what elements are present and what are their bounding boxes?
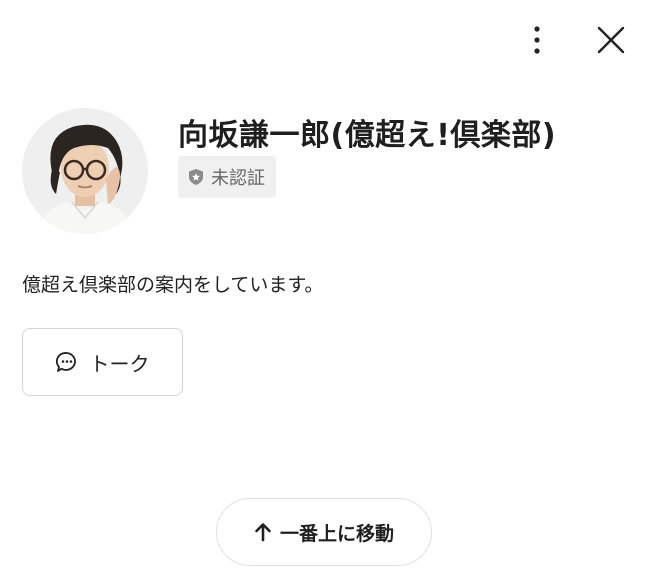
profile-panel: 向坂謙一郎(億超え!倶楽部) 未認証 億超え倶楽部の案内をしています。 トーク … [0,0,650,587]
arrow-up-icon [255,523,271,542]
more-vertical-icon [534,26,540,54]
profile-description: 億超え倶楽部の案内をしています。 [22,274,324,296]
verification-status: 未認証 [211,168,265,189]
profile-name: 向坂謙一郎(億超え!倶楽部) [178,118,557,153]
talk-button[interactable]: トーク [22,328,183,396]
scroll-to-top-button[interactable]: 一番上に移動 [216,498,432,566]
avatar-image [22,108,148,234]
top-actions [520,20,628,60]
avatar [22,108,148,234]
talk-label: トーク [89,351,150,376]
more-options-button[interactable] [520,20,554,60]
close-icon [597,26,625,54]
shield-star-icon [189,169,203,185]
chat-bubble-icon [55,352,76,372]
close-button[interactable] [594,20,628,60]
verification-badge: 未認証 [178,156,276,198]
scroll-top-label: 一番上に移動 [279,522,394,545]
